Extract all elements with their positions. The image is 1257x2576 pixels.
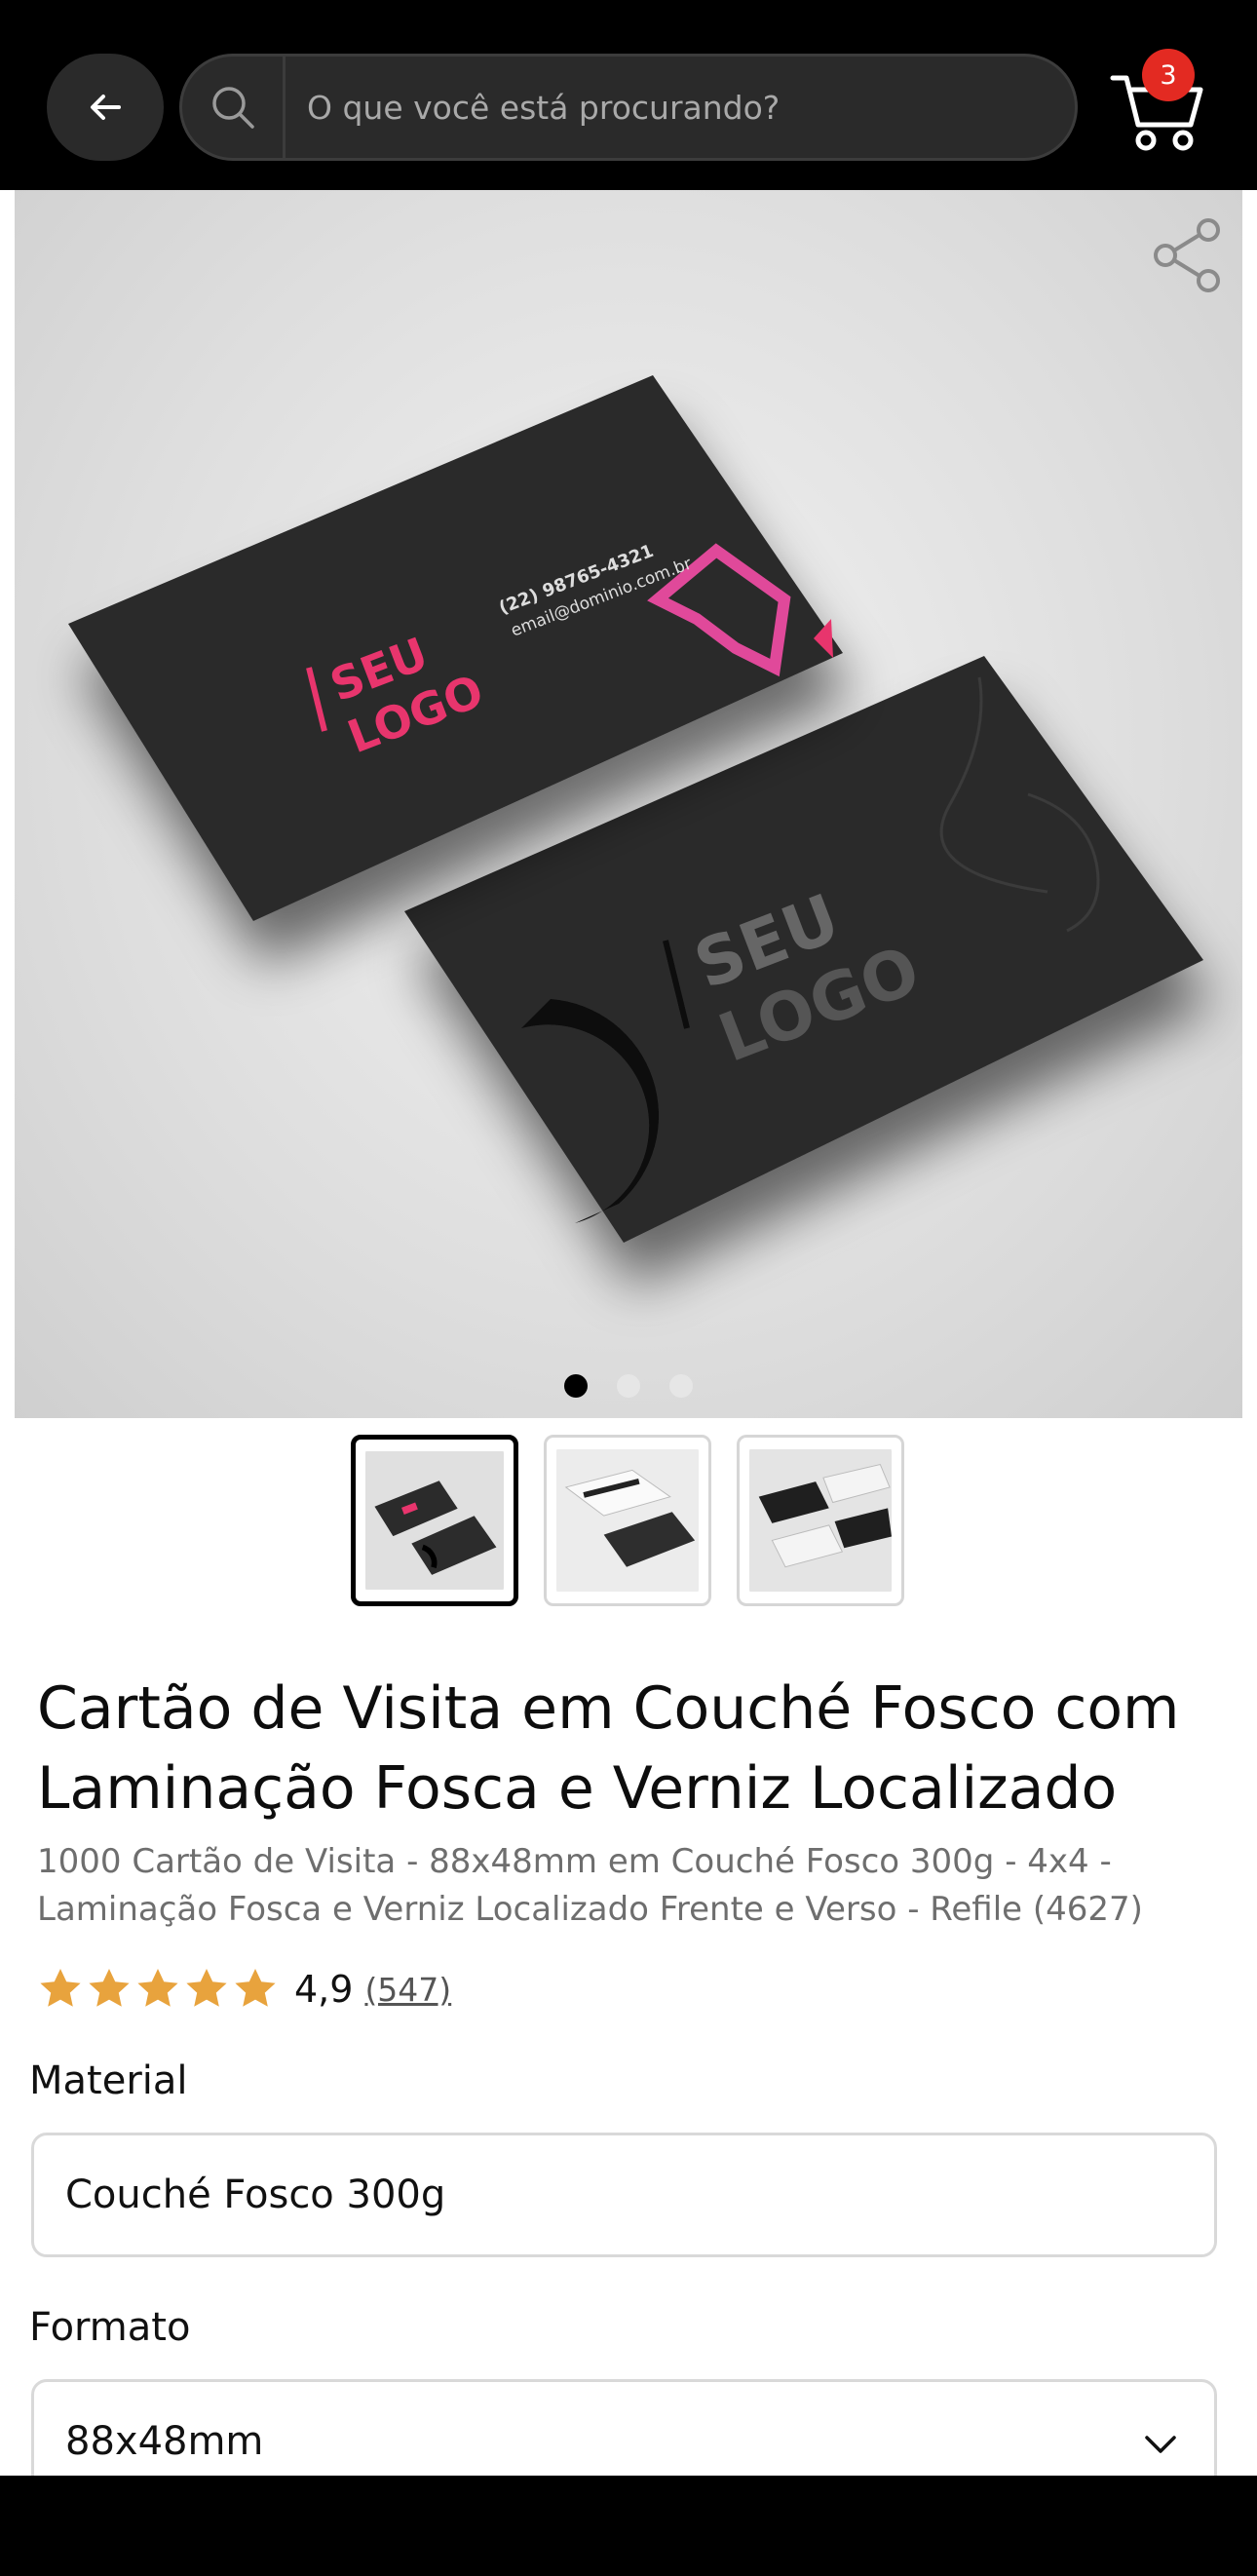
search-bar[interactable] [179, 54, 1078, 161]
rating-value: 4,9 [294, 1968, 354, 2011]
star-icon [235, 1969, 276, 2007]
chevron-down-icon [1145, 2436, 1176, 2453]
business-card-mockup: SEU LOGO SEU LOGO (22) 98765-4321 email@… [68, 375, 1203, 1243]
thumbnail-3[interactable] [737, 1435, 904, 1606]
material-value: Couché Fosco 300g [65, 2172, 446, 2217]
bottom-bar [0, 2476, 1257, 2576]
material-label: Material [29, 2058, 188, 2103]
carousel-dot[interactable] [669, 1374, 693, 1398]
share-icon[interactable] [1150, 216, 1228, 294]
star-icon [40, 1969, 81, 2007]
format-label: Formato [29, 2305, 191, 2350]
product-description: 1000 Cartão de Visita - 88x48mm em Couch… [37, 1842, 1143, 1929]
star-rating [37, 1966, 279, 2013]
arrow-left-icon [91, 95, 121, 120]
rating-row: 4,9 (547) [37, 1955, 451, 2023]
material-field[interactable]: Couché Fosco 300g [31, 2133, 1217, 2257]
search-input[interactable] [287, 57, 1067, 158]
thumbnail-image [556, 1449, 699, 1592]
carousel-indicators [0, 1374, 1257, 1398]
review-count-link[interactable]: (547) [364, 1971, 451, 2009]
carousel-dot[interactable] [564, 1374, 588, 1398]
thumbnail-image [749, 1449, 892, 1592]
thumbnail-1[interactable] [351, 1435, 518, 1606]
star-icon [89, 1969, 130, 2007]
search-icon[interactable] [182, 57, 286, 158]
thumbnail-strip [351, 1435, 904, 1606]
back-button[interactable] [47, 54, 164, 161]
thumbnail-2[interactable] [544, 1435, 711, 1606]
star-icon [186, 1969, 227, 2007]
product-image[interactable]: SEU LOGO SEU LOGO (22) 98765-4321 email@… [15, 190, 1242, 1418]
star-icon [137, 1969, 178, 2007]
carousel-dot[interactable] [617, 1374, 640, 1398]
top-bar: 3 [0, 0, 1257, 190]
format-value: 88x48mm [65, 2419, 264, 2464]
product-title: Cartão de Visita em Couché Fosco com Lam… [37, 1674, 1180, 1823]
thumbnail-image [365, 1451, 504, 1590]
cart-count-badge: 3 [1142, 49, 1195, 101]
